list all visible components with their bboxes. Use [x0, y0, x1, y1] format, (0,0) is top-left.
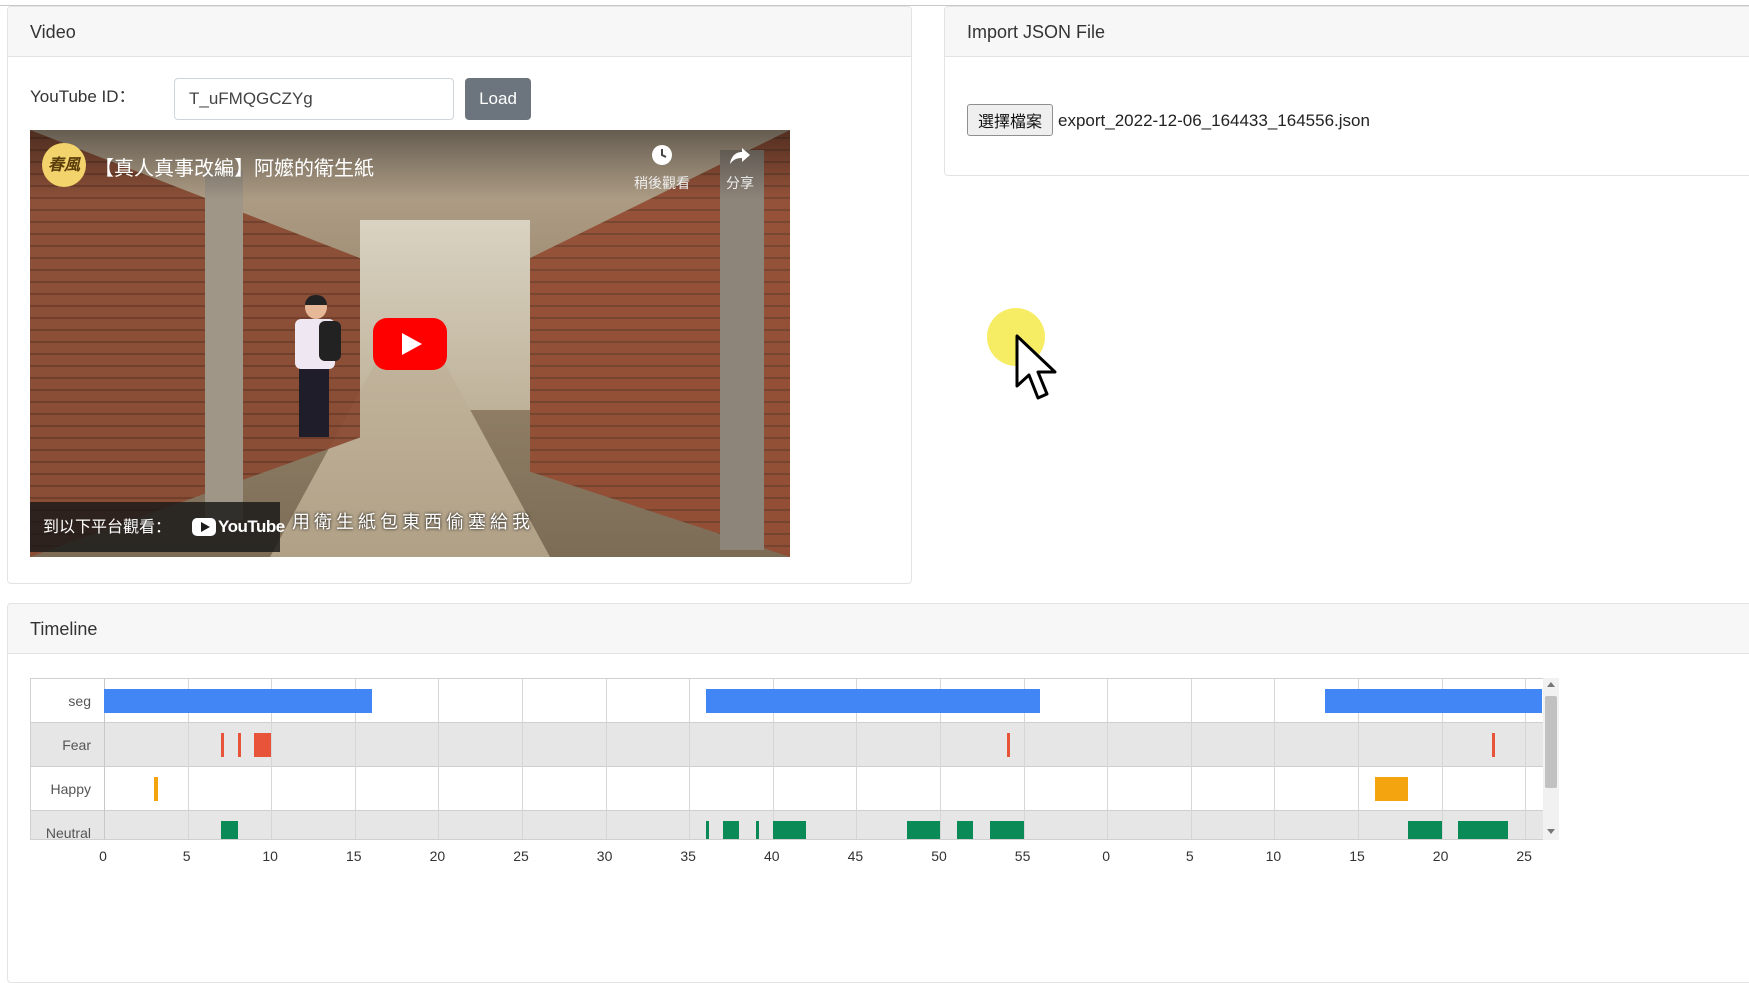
timeline-bar-fear[interactable]	[237, 733, 242, 757]
scrollbar-thumb[interactable]	[1545, 696, 1557, 788]
share-label: 分享	[726, 176, 754, 192]
share-icon	[730, 148, 750, 164]
timeline-gridline	[522, 679, 523, 839]
timeline-card: Timeline seg Fear Happy Neutral 0 5 10 15 20 25 3…	[7, 603, 1749, 983]
import-json-card: Import JSON File 選擇檔案 export_2022-12-06_…	[944, 6, 1749, 176]
channel-avatar[interactable]: 春風	[42, 143, 86, 187]
timeline-row-label: Neutral	[45, 825, 91, 840]
timeline-scrollbar[interactable]	[1543, 678, 1559, 840]
video-card-title: Video	[8, 7, 911, 57]
scroll-up-icon[interactable]	[1547, 682, 1555, 687]
timeline-tick-label: 35	[680, 848, 696, 864]
timeline-tick-label: 0	[99, 848, 107, 864]
timeline-gridline	[605, 679, 607, 839]
youtube-id-label: YouTube ID：	[30, 87, 136, 106]
timeline-tick-label: 10	[1265, 848, 1282, 864]
timeline-gridline	[689, 679, 691, 839]
youtube-player[interactable]: 春風 【真人真事改編】阿嬤的衛生紙 稍後觀看 分享 到以下平台觀看： YouTu…	[30, 130, 790, 557]
play-button[interactable]	[373, 318, 447, 370]
timeline-bar-neutral[interactable]	[772, 821, 807, 839]
timeline-tick-label: 25	[1516, 848, 1532, 864]
load-button[interactable]: Load	[465, 78, 531, 120]
video-title[interactable]: 【真人真事改編】阿嬤的衛生紙	[94, 152, 374, 181]
youtube-brand-text: YouTube	[218, 517, 285, 536]
timeline-bar-seg[interactable]	[104, 689, 372, 713]
timeline-bar-neutral[interactable]	[756, 821, 760, 839]
timeline-bar-neutral[interactable]	[1458, 821, 1509, 839]
timeline-tick-label: 0	[1102, 848, 1111, 864]
timeline-tick-label: 20	[429, 848, 446, 864]
choose-file-button[interactable]: 選擇檔案	[967, 104, 1053, 136]
clock-icon	[652, 145, 672, 165]
timeline-tick-label: 30	[596, 848, 613, 864]
timeline-tick-label: 15	[346, 848, 362, 864]
timeline-row-label: Fear	[62, 737, 91, 753]
timeline-bar-seg[interactable]	[1324, 689, 1542, 713]
watch-on-label: 到以下平台觀看：	[43, 517, 172, 536]
timeline-tick-label: 5	[1185, 848, 1194, 864]
timeline-gridline	[1190, 679, 1192, 839]
video-card: Video YouTube ID： Load 春風 【真人真事改編】阿嬤的衛生紙…	[7, 6, 912, 584]
timeline-tick-label: 10	[262, 848, 278, 864]
share-button[interactable]: 分享	[710, 143, 770, 193]
timeline-tick-label: 50	[931, 848, 947, 864]
timeline-bar-neutral[interactable]	[956, 821, 974, 839]
timeline-bar-neutral[interactable]	[1408, 821, 1442, 839]
timeline-bar-happy[interactable]	[154, 777, 158, 801]
timeline-bar-neutral[interactable]	[906, 821, 940, 839]
timeline-bar-neutral[interactable]	[705, 821, 710, 839]
mouse-pointer-icon	[1015, 334, 1057, 400]
timeline-tick-label: 45	[847, 848, 864, 864]
timeline-chart[interactable]: seg Fear Happy Neutral	[30, 678, 1550, 840]
timeline-tick-label: 25	[513, 848, 529, 864]
timeline-bar-fear[interactable]	[1006, 733, 1011, 757]
timeline-bar-fear[interactable]	[1491, 733, 1496, 757]
youtube-id-input[interactable]	[174, 78, 454, 120]
timeline-bar-neutral[interactable]	[722, 821, 740, 839]
timeline-gridline	[438, 679, 440, 839]
timeline-bar-neutral[interactable]	[990, 821, 1024, 839]
timeline-tick-label: 40	[764, 848, 780, 864]
scroll-down-icon[interactable]	[1547, 829, 1555, 834]
timeline-bar-seg[interactable]	[705, 689, 1041, 713]
timeline-row-label: seg	[68, 693, 91, 709]
timeline-bar-neutral[interactable]	[221, 821, 238, 839]
video-subtitle: 用衛生紙包東西偷塞給我	[292, 512, 534, 533]
watch-later-label: 稍後觀看	[634, 176, 690, 192]
import-card-title: Import JSON File	[945, 7, 1749, 57]
timeline-bar-happy[interactable]	[1374, 777, 1409, 801]
timeline-gridline	[1274, 679, 1276, 839]
timeline-tick-label: 15	[1349, 848, 1365, 864]
timeline-tick-label: 5	[182, 848, 191, 864]
timeline-bar-fear[interactable]	[221, 733, 225, 757]
watch-later-button[interactable]: 稍後觀看	[632, 143, 692, 193]
timeline-gridline	[1107, 679, 1109, 839]
timeline-tick-label: 20	[1432, 848, 1449, 864]
timeline-bar-fear[interactable]	[254, 733, 272, 757]
video-frame-pillar	[205, 170, 243, 520]
video-frame-pillar	[720, 150, 764, 550]
timeline-row-label: Happy	[50, 781, 91, 797]
watch-on-youtube-bar[interactable]: 到以下平台觀看： YouTube	[30, 502, 285, 552]
timeline-card-title: Timeline	[8, 604, 1749, 654]
timeline-tick-label: 55	[1014, 848, 1031, 864]
video-frame-boy	[285, 295, 345, 445]
timeline-row-happy	[31, 767, 1549, 811]
selected-file-name: export_2022-12-06_164433_164556.json	[1058, 111, 1370, 130]
